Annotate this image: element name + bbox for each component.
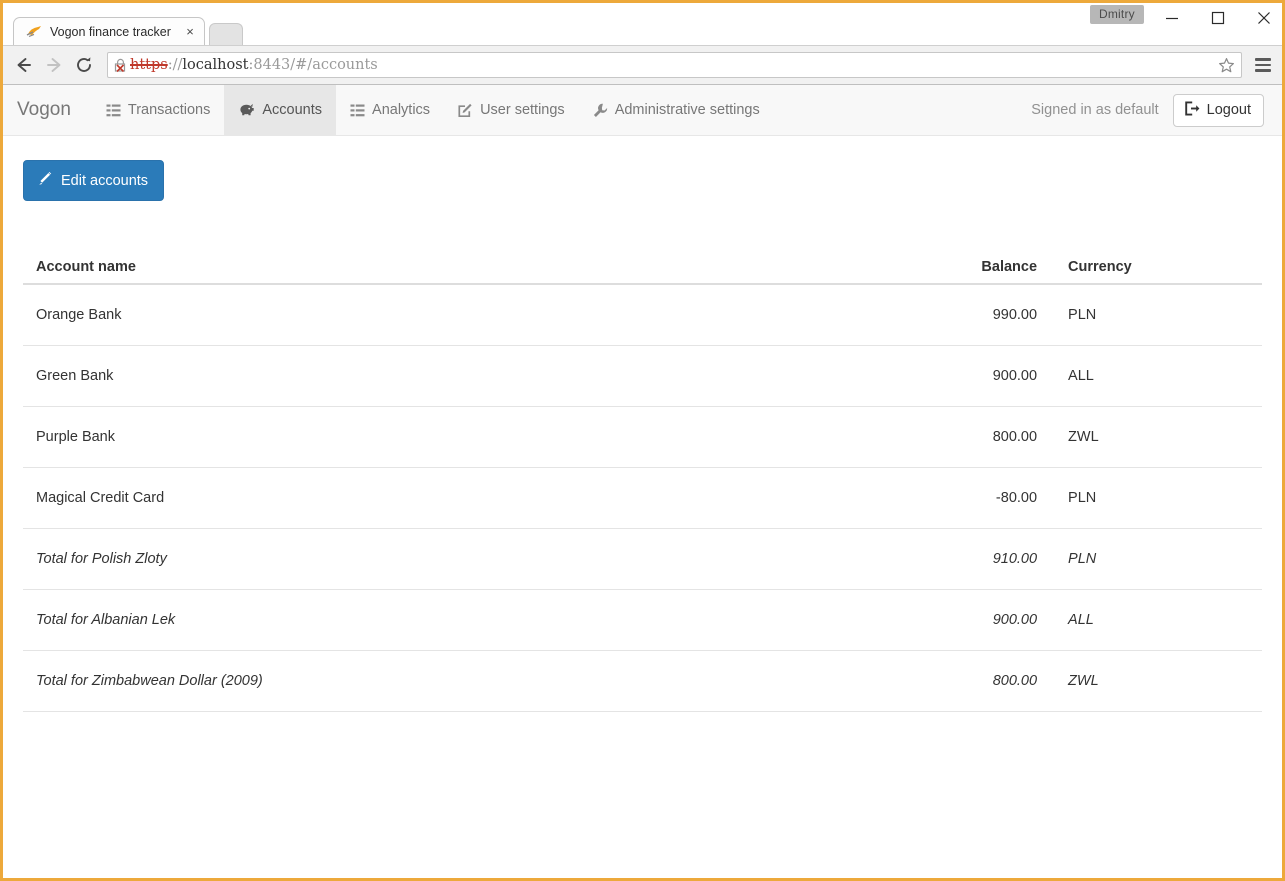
accounts-table-body: Orange Bank 990.00 PLN Green Bank 900.00… [23,284,1262,711]
table-row-total: Total for Zimbabwean Dollar (2009) 800.0… [23,650,1262,711]
window-maximize-button[interactable] [1195,3,1241,32]
nav-item-analytics[interactable]: Analytics [336,85,444,135]
table-row-total: Total for Albanian Lek 900.00 ALL [23,589,1262,650]
cell-account-name: Total for Polish Zloty [23,528,863,589]
cell-account-name: Magical Credit Card [23,467,863,528]
cell-account-name: Purple Bank [23,406,863,467]
reload-icon[interactable] [69,45,99,85]
cell-balance: 990.00 [863,284,1037,345]
cell-currency: ALL [1037,345,1262,406]
nav-item-administrative-settings[interactable]: Administrative settings [579,85,774,135]
cell-currency: PLN [1037,284,1262,345]
edit-square-icon [458,103,473,118]
address-bar-url[interactable]: https://localhost:8443/#/accounts [130,57,1215,73]
table-row[interactable]: Orange Bank 990.00 PLN [23,284,1262,345]
nav-item-transactions[interactable]: Transactions [92,85,224,135]
url-host: localhost [182,57,248,73]
browser-toolbar: https://localhost:8443/#/accounts [3,45,1282,85]
cell-balance: 800.00 [863,650,1037,711]
list-icon [106,103,121,118]
accounts-table: Account name Balance Currency Orange Ban… [23,227,1262,712]
tab-strip: Vogon finance tracker × Dmitry [3,3,1282,45]
bird-feather-icon [26,24,43,39]
accounts-table-head: Account name Balance Currency [23,227,1262,284]
signed-in-label: Signed in as default [1031,102,1158,118]
hamburger-menu-icon[interactable] [1248,45,1278,85]
nav-item-label: Accounts [262,102,322,118]
window-user-badge[interactable]: Dmitry [1090,5,1144,24]
not-secure-lock-icon[interactable] [113,58,128,73]
browser-window: Vogon finance tracker × Dmitry [0,0,1285,881]
bookmark-star-icon[interactable] [1215,53,1237,77]
sign-out-icon [1185,101,1200,120]
cell-account-name: Total for Zimbabwean Dollar (2009) [23,650,863,711]
cell-account-name: Total for Albanian Lek [23,589,863,650]
forward-arrow-icon[interactable] [39,45,69,85]
url-path: :8443/#/accounts [248,57,377,73]
cell-account-name: Green Bank [23,345,863,406]
brand-logo[interactable]: Vogon [17,85,86,135]
column-header-account-name[interactable]: Account name [23,227,863,284]
window-close-button[interactable] [1241,3,1285,32]
cell-currency: ZWL [1037,650,1262,711]
list-icon [350,103,365,118]
new-tab-button[interactable] [209,23,243,45]
back-arrow-icon[interactable] [9,45,39,85]
cell-balance: -80.00 [863,467,1037,528]
nav-item-label: User settings [480,102,565,118]
url-scheme: https [130,57,168,73]
cell-balance: 900.00 [863,345,1037,406]
pencil-icon [38,171,53,190]
cell-currency: PLN [1037,528,1262,589]
navbar-right-section: Signed in as default Logout [1031,85,1282,135]
nav-item-accounts[interactable]: Accounts [224,85,336,135]
tab-close-icon[interactable]: × [182,25,198,38]
app-navbar: Vogon Transactions [3,85,1282,136]
wrench-icon [593,103,608,118]
browser-tab[interactable]: Vogon finance tracker × [13,17,205,45]
page-viewport: Vogon Transactions [3,85,1282,878]
nav-item-user-settings[interactable]: User settings [444,85,579,135]
piggy-bank-icon [238,103,255,117]
logout-label: Logout [1207,102,1251,118]
cell-balance: 910.00 [863,528,1037,589]
edit-accounts-label: Edit accounts [61,173,148,189]
browser-tab-title: Vogon finance tracker [50,25,182,39]
column-header-currency[interactable]: Currency [1037,227,1262,284]
edit-accounts-button[interactable]: Edit accounts [23,160,164,201]
cell-account-name: Orange Bank [23,284,863,345]
table-row[interactable]: Purple Bank 800.00 ZWL [23,406,1262,467]
nav-item-label: Administrative settings [615,102,760,118]
url-separator: :// [168,57,183,73]
address-bar[interactable]: https://localhost:8443/#/accounts [107,52,1242,78]
cell-currency: ALL [1037,589,1262,650]
cell-balance: 900.00 [863,589,1037,650]
logout-button[interactable]: Logout [1173,94,1264,127]
table-header-row: Account name Balance Currency [23,227,1262,284]
main-content: Edit accounts Account name Balance Curre… [3,136,1282,712]
column-header-balance[interactable]: Balance [863,227,1037,284]
cell-currency: ZWL [1037,406,1262,467]
table-row[interactable]: Magical Credit Card -80.00 PLN [23,467,1262,528]
table-row[interactable]: Green Bank 900.00 ALL [23,345,1262,406]
cell-balance: 800.00 [863,406,1037,467]
cell-currency: PLN [1037,467,1262,528]
table-row-total: Total for Polish Zloty 910.00 PLN [23,528,1262,589]
window-minimize-button[interactable] [1149,3,1195,32]
nav-item-label: Transactions [128,102,210,118]
nav-item-label: Analytics [372,102,430,118]
